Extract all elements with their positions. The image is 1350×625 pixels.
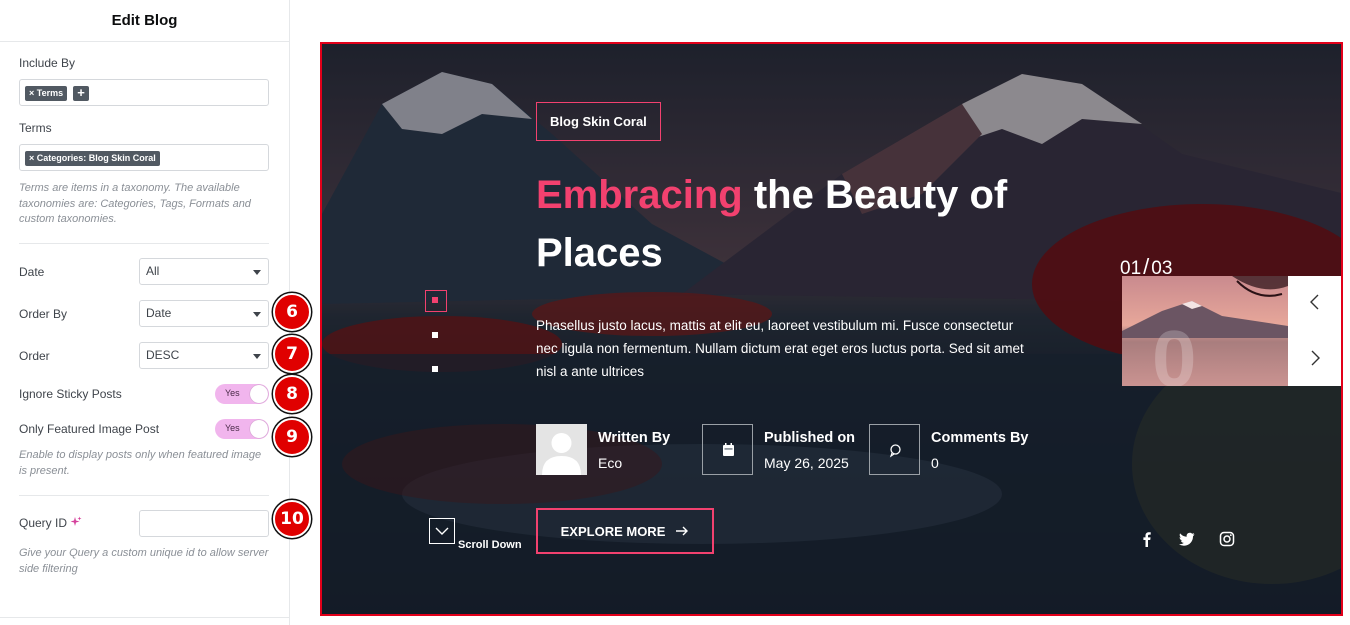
chevron-down-icon <box>253 270 261 275</box>
arrow-right-icon <box>676 526 689 536</box>
include-by-label: Include By <box>19 56 76 70</box>
include-by-tag[interactable]: × Terms <box>25 86 68 101</box>
next-slide-thumbnail[interactable]: 0 <box>1122 276 1288 386</box>
editor-panel: Edit Blog Include By × Terms + Terms × C… <box>0 0 290 625</box>
blog-slider-preview: Blog Skin Coral Embracing the Beauty of … <box>320 42 1343 616</box>
pagination-dot-active[interactable] <box>432 297 438 303</box>
twitter-icon[interactable] <box>1179 531 1195 547</box>
chevron-right-icon[interactable] <box>1308 350 1322 366</box>
query-id-help: Give your Query a custom unique id to al… <box>19 547 269 575</box>
only-featured-label: Only Featured Image Post <box>19 422 160 436</box>
terms-label: Terms <box>19 121 52 135</box>
only-featured-help: Enable to display posts only when featur… <box>19 449 262 477</box>
chevron-left-icon[interactable] <box>1308 294 1322 310</box>
panel-footer <box>0 617 290 625</box>
published-title: Published on <box>764 430 856 446</box>
calendar-icon <box>723 443 734 456</box>
date-label: Date <box>19 265 45 279</box>
svg-text:0: 0 <box>1152 314 1197 386</box>
scroll-down-button[interactable] <box>429 518 455 544</box>
author-title: Written By <box>598 430 671 446</box>
toggle-knob <box>250 385 268 403</box>
terms-help: Terms are items in a taxonomy. The avail… <box>19 182 251 225</box>
order-by-label: Order By <box>19 307 68 321</box>
chevron-down-icon <box>253 312 261 317</box>
comment-icon <box>889 444 901 458</box>
avatar <box>536 424 587 475</box>
pagination-dot[interactable] <box>432 366 438 372</box>
annotation-badge: 6 <box>273 293 311 331</box>
explore-more-button[interactable]: EXPLORE MORE <box>536 508 714 554</box>
date-select[interactable]: All <box>139 258 269 285</box>
query-id-label: Query ID <box>19 516 68 530</box>
toggle-text: Yes <box>225 423 240 433</box>
calendar-icon-box <box>702 424 753 475</box>
divider <box>19 243 269 244</box>
slider-nav <box>1288 276 1341 386</box>
chevron-down-icon <box>253 354 261 359</box>
divider <box>19 495 269 496</box>
annotation-badge: 8 <box>273 375 311 413</box>
order-select[interactable]: DESC <box>139 342 269 369</box>
comments-title: Comments By <box>931 430 1029 446</box>
terms-field[interactable]: × Categories: Blog Skin Coral <box>19 144 269 171</box>
post-title[interactable]: Embracing the Beauty of Places <box>536 166 1056 282</box>
add-term-button[interactable]: + <box>73 86 89 101</box>
published-date: May 26, 2025 <box>764 455 849 471</box>
facebook-icon[interactable] <box>1139 531 1155 547</box>
annotation-badge: 9 <box>273 418 311 456</box>
title-accent: Embracing <box>536 173 743 217</box>
panel-title: Edit Blog <box>111 12 178 29</box>
order-by-select[interactable]: Date <box>139 300 269 327</box>
annotation-badge: 10 <box>273 500 311 538</box>
date-value: All <box>146 264 160 278</box>
explore-more-label: EXPLORE MORE <box>560 523 666 539</box>
ignore-sticky-label: Ignore Sticky Posts <box>19 387 122 401</box>
scroll-down-label: Scroll Down <box>458 539 522 551</box>
toggle-text: Yes <box>225 388 240 398</box>
query-id-input[interactable] <box>139 510 269 537</box>
author-name[interactable]: Eco <box>598 455 622 471</box>
annotation-badge: 7 <box>273 335 311 373</box>
panel-header: Edit Blog <box>0 0 289 42</box>
only-featured-toggle[interactable]: Yes <box>215 419 269 439</box>
order-label: Order <box>19 349 50 363</box>
order-value: DESC <box>146 348 180 362</box>
terms-tag[interactable]: × Categories: Blog Skin Coral <box>25 151 160 166</box>
pagination-dot[interactable] <box>432 332 438 338</box>
comment-icon-box <box>869 424 920 475</box>
order-by-value: Date <box>146 306 172 320</box>
comments-count: 0 <box>931 455 939 471</box>
instagram-icon[interactable] <box>1219 531 1235 547</box>
chevron-down-icon <box>435 527 449 535</box>
category-badge[interactable]: Blog Skin Coral <box>536 102 661 141</box>
ignore-sticky-toggle[interactable]: Yes <box>215 384 269 404</box>
post-excerpt: Phasellus justo lacus, mattis at elit eu… <box>536 318 1024 379</box>
ai-sparkle-icon[interactable] <box>70 516 82 528</box>
toggle-knob <box>250 420 268 438</box>
include-by-field[interactable]: × Terms + <box>19 79 269 106</box>
